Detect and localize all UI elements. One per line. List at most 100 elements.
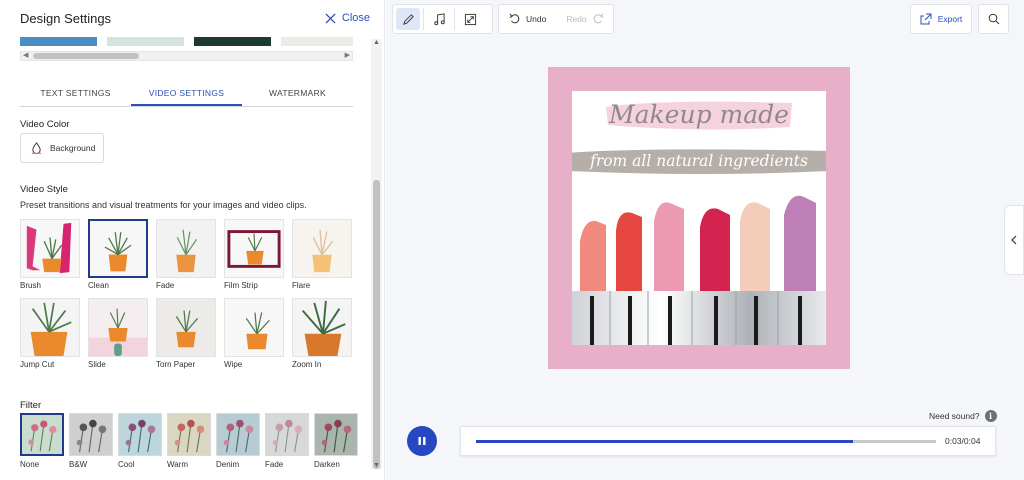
resize-icon bbox=[464, 13, 476, 25]
settings-tabs: TEXT SETTINGS VIDEO SETTINGS WATERMARK bbox=[20, 82, 353, 107]
video-preview[interactable]: Makeup made from all natural ingredients bbox=[548, 67, 850, 369]
style-option-brush[interactable]: Brush bbox=[20, 219, 80, 290]
preview-content: Makeup made from all natural ingredients bbox=[572, 91, 826, 345]
filter-thumbnail bbox=[167, 413, 211, 456]
wipe-style-thumbnail bbox=[224, 298, 284, 357]
close-button[interactable]: Close bbox=[325, 12, 370, 24]
style-option-clean[interactable]: Clean bbox=[88, 219, 148, 290]
app: Design Settings Close ◀ ▶ TEXT SETTINGS … bbox=[0, 0, 1024, 480]
filter-options: None B&W Cool Warm Denim Fade Darken bbox=[20, 413, 360, 469]
history-group: Undo Redo bbox=[498, 4, 614, 34]
style-label: Clean bbox=[88, 281, 109, 290]
redo-button[interactable]: Redo bbox=[556, 13, 613, 25]
music-note-icon bbox=[433, 12, 445, 25]
close-icon bbox=[325, 12, 336, 24]
filter-label: Darken bbox=[314, 460, 340, 469]
headline-line-1: Makeup made bbox=[602, 97, 796, 133]
color-swatch[interactable] bbox=[20, 37, 97, 46]
info-icon[interactable]: i bbox=[984, 410, 997, 422]
headline-text-1: Makeup made bbox=[609, 100, 789, 129]
undo-button[interactable]: Undo bbox=[499, 13, 556, 25]
droplet-icon bbox=[31, 142, 42, 154]
flare-style-thumbnail bbox=[292, 219, 352, 278]
fade-style-thumbnail bbox=[156, 219, 216, 278]
style-label: Flare bbox=[292, 281, 311, 290]
filter-option-bw[interactable]: B&W bbox=[69, 413, 113, 469]
style-option-flare[interactable]: Flare bbox=[292, 219, 352, 290]
style-label: Torn Paper bbox=[156, 360, 196, 369]
style-option-jump-cut[interactable]: Jump Cut bbox=[20, 298, 80, 369]
color-swatch[interactable] bbox=[107, 37, 184, 46]
filter-option-cool[interactable]: Cool bbox=[118, 413, 162, 469]
video-color-heading: Video Color bbox=[20, 119, 70, 130]
filter-option-warm[interactable]: Warm bbox=[167, 413, 211, 469]
style-label: Zoom In bbox=[292, 360, 322, 369]
style-option-slide[interactable]: Slide bbox=[88, 298, 148, 369]
search-button[interactable] bbox=[978, 4, 1009, 34]
style-label: Wipe bbox=[224, 360, 243, 369]
style-label: Film Strip bbox=[224, 281, 258, 290]
style-option-torn-paper[interactable]: Torn Paper bbox=[156, 298, 216, 369]
color-swatch[interactable] bbox=[281, 37, 353, 46]
progress-track[interactable] bbox=[476, 440, 936, 443]
filter-option-darken[interactable]: Darken bbox=[314, 413, 358, 469]
brush-style-thumbnail bbox=[20, 219, 80, 278]
tab-watermark[interactable]: WATERMARK bbox=[242, 82, 353, 106]
slide-style-thumbnail bbox=[88, 298, 148, 357]
background-color-button[interactable]: Background bbox=[20, 133, 104, 163]
filter-option-denim[interactable]: Denim bbox=[216, 413, 260, 469]
panel-scrollbar[interactable]: ▲ ▼ bbox=[371, 39, 382, 469]
export-button[interactable]: Export bbox=[910, 4, 972, 34]
style-option-zoom-in[interactable]: Zoom In bbox=[292, 298, 352, 369]
divider bbox=[454, 8, 455, 30]
film-strip-style-thumbnail bbox=[224, 219, 284, 278]
scroll-right-arrow-icon[interactable]: ▶ bbox=[345, 52, 350, 60]
style-option-fade[interactable]: Fade bbox=[156, 219, 216, 290]
scrollbar-thumb[interactable] bbox=[373, 180, 380, 469]
style-option-film-strip[interactable]: Film Strip bbox=[224, 219, 284, 290]
close-label: Close bbox=[341, 12, 370, 24]
jump-cut-style-thumbnail bbox=[20, 298, 80, 357]
export-icon bbox=[920, 13, 932, 25]
style-option-wipe[interactable]: Wipe bbox=[224, 298, 284, 369]
tab-video-settings[interactable]: VIDEO SETTINGS bbox=[131, 82, 242, 106]
background-button-label: Background bbox=[50, 143, 96, 153]
filter-option-fade[interactable]: Fade bbox=[265, 413, 309, 469]
swatch-scrollbar[interactable]: ◀ ▶ bbox=[20, 51, 353, 61]
need-sound-hint[interactable]: Need sound? i bbox=[929, 410, 997, 422]
music-tool-button[interactable] bbox=[427, 8, 451, 30]
design-tool-button[interactable] bbox=[396, 8, 420, 30]
tool-group bbox=[392, 4, 493, 34]
chevron-left-icon bbox=[1011, 235, 1017, 245]
filter-label: B&W bbox=[69, 460, 88, 469]
scrollbar-thumb[interactable] bbox=[33, 53, 139, 59]
filter-thumbnail bbox=[118, 413, 162, 456]
filter-thumbnail bbox=[216, 413, 260, 456]
panel-title: Design Settings bbox=[20, 10, 112, 26]
playback-bar: 0:03/0:04 bbox=[460, 426, 996, 456]
filter-label: Cool bbox=[118, 460, 135, 469]
collapse-side-panel-button[interactable] bbox=[1004, 205, 1024, 275]
scroll-left-arrow-icon[interactable]: ◀ bbox=[23, 52, 28, 60]
filter-label: Warm bbox=[167, 460, 189, 469]
undo-label: Undo bbox=[526, 14, 547, 24]
color-swatch[interactable] bbox=[194, 37, 271, 46]
panel-header: Design Settings Close bbox=[20, 8, 370, 28]
style-label: Jump Cut bbox=[20, 360, 55, 369]
pause-button[interactable] bbox=[407, 426, 437, 456]
resize-tool-button[interactable] bbox=[458, 8, 482, 30]
pencil-icon bbox=[402, 13, 414, 25]
filter-thumbnail bbox=[265, 413, 309, 456]
style-label: Fade bbox=[156, 281, 175, 290]
filter-thumbnail bbox=[20, 413, 64, 456]
tab-text-settings[interactable]: TEXT SETTINGS bbox=[20, 82, 131, 106]
scroll-up-arrow-icon[interactable]: ▲ bbox=[373, 39, 380, 46]
search-icon bbox=[988, 13, 999, 25]
scroll-down-arrow-icon[interactable]: ▼ bbox=[373, 462, 380, 469]
filter-option-none[interactable]: None bbox=[20, 413, 64, 469]
need-sound-label: Need sound? bbox=[929, 411, 980, 421]
headline-line-2: from all natural ingredients bbox=[572, 147, 826, 175]
undo-icon bbox=[509, 13, 520, 24]
zoom-in-style-thumbnail bbox=[292, 298, 352, 357]
style-label: Brush bbox=[20, 281, 41, 290]
